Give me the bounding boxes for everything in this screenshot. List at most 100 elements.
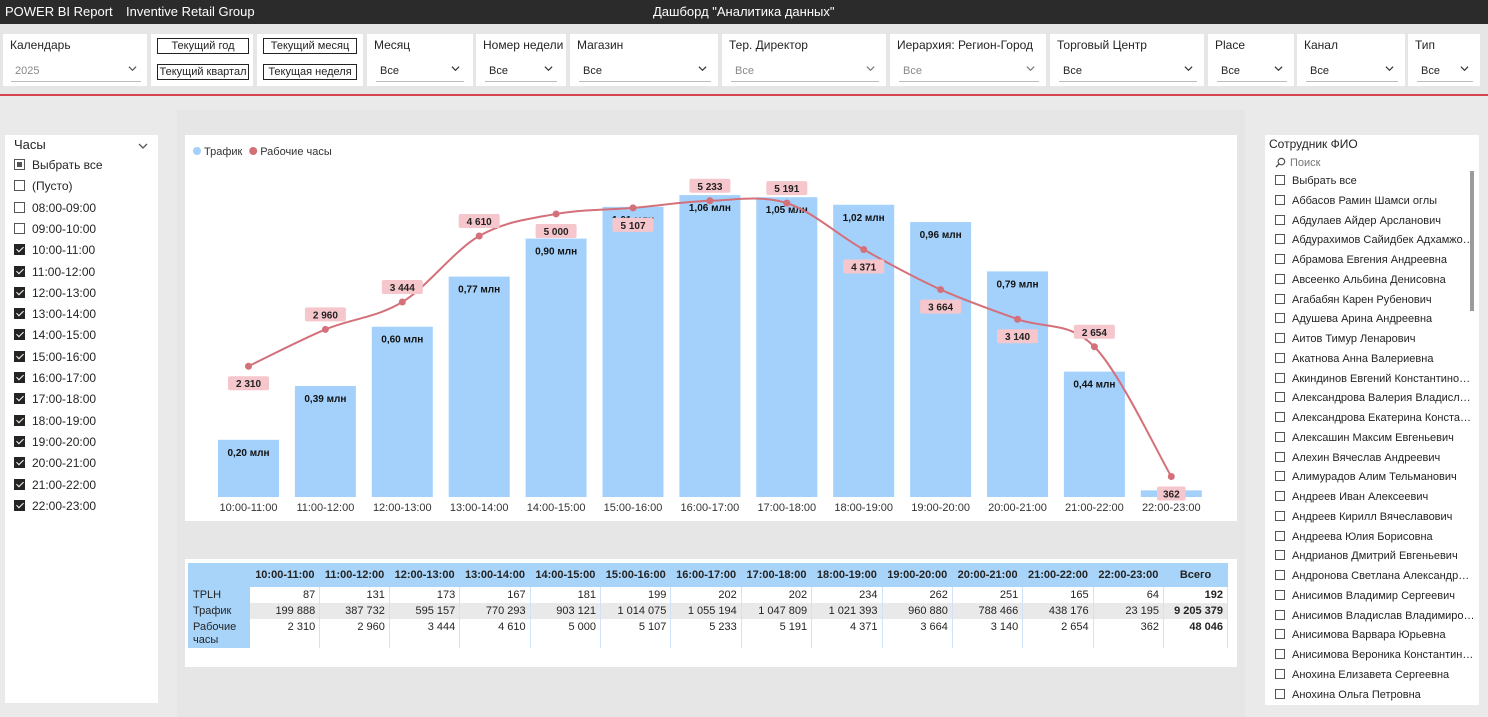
hours-slicer-item[interactable]: Выбрать все — [14, 158, 103, 178]
hours-slicer-item[interactable]: 21:00-22:00 — [14, 478, 96, 498]
checkbox[interactable] — [1275, 313, 1285, 324]
hours-slicer-item[interactable]: 15:00-16:00 — [14, 350, 96, 370]
current-month-button[interactable]: Текущий месяц — [263, 38, 357, 54]
employee-item[interactable]: Александрова Екатерина Константи... — [1275, 412, 1475, 424]
current-week-button[interactable]: Текущая неделя — [263, 64, 357, 80]
employee-item[interactable]: Андреев Кирилл Вячеславович — [1275, 510, 1475, 523]
checkbox[interactable] — [14, 180, 25, 192]
checkbox[interactable] — [14, 457, 25, 469]
type-dropdown[interactable]: Все — [1417, 60, 1473, 82]
checkbox[interactable] — [1275, 451, 1285, 462]
checkbox[interactable] — [14, 265, 25, 277]
calendar-dropdown[interactable]: 2025 — [11, 60, 141, 82]
mall-dropdown[interactable]: Все — [1059, 60, 1197, 82]
checkbox[interactable] — [1275, 649, 1285, 659]
hours-slicer-item[interactable]: 19:00-20:00 — [14, 435, 96, 455]
checkbox[interactable] — [14, 499, 25, 511]
checkbox[interactable] — [14, 308, 25, 320]
employee-item[interactable]: Анисимов Владислав Владимирович — [1275, 609, 1475, 622]
checkbox[interactable] — [14, 393, 25, 405]
hours-slicer-item[interactable]: 16:00-17:00 — [14, 371, 96, 391]
hours-slicer-item[interactable]: 14:00-15:00 — [14, 328, 96, 348]
employee-item[interactable]: Андрианов Дмитрий Евгеньевич — [1275, 550, 1475, 562]
employee-search-input[interactable] — [1290, 155, 1470, 171]
employee-item[interactable]: Адушева Арина Андреевна — [1275, 313, 1475, 325]
checkbox[interactable] — [1275, 589, 1285, 600]
employee-list-scrollbar[interactable] — [1470, 171, 1474, 311]
checkbox[interactable] — [1275, 412, 1285, 422]
checkbox[interactable] — [1275, 431, 1285, 442]
checkbox[interactable] — [1275, 530, 1285, 541]
hours-slicer-item[interactable]: 17:00-18:00 — [14, 392, 96, 412]
checkbox[interactable] — [1275, 688, 1285, 699]
hours-slicer-item[interactable]: (Пусто) — [14, 179, 73, 199]
hours-slicer-item[interactable]: 11:00-12:00 — [14, 265, 95, 285]
place-dropdown[interactable]: Все — [1217, 60, 1287, 82]
employee-item[interactable]: Авсеенко Альбина Денисовна — [1275, 273, 1475, 286]
current-year-button[interactable]: Текущий год — [157, 38, 249, 54]
checkbox[interactable] — [1275, 214, 1285, 225]
channel-dropdown[interactable]: Все — [1306, 60, 1398, 82]
checkbox[interactable] — [14, 222, 25, 234]
hours-slicer-item[interactable]: 09:00-10:00 — [14, 222, 96, 242]
checkbox[interactable] — [14, 329, 25, 341]
checkbox[interactable] — [14, 244, 25, 256]
week-dropdown[interactable]: Все — [485, 60, 557, 82]
checkbox[interactable] — [1275, 570, 1285, 580]
store-dropdown[interactable]: Все — [579, 60, 711, 82]
hours-slicer-item[interactable]: 10:00-11:00 — [14, 243, 95, 263]
checkbox[interactable] — [1275, 609, 1285, 620]
employee-item[interactable]: Анохина Ольга Петровна — [1275, 688, 1475, 701]
employee-item[interactable]: Анисимов Владимир Сергеевич — [1275, 589, 1475, 602]
employee-item[interactable]: Александрова Валерия Владиславо... — [1275, 392, 1475, 404]
checkbox[interactable] — [14, 159, 25, 170]
checkbox[interactable] — [1275, 372, 1285, 383]
employee-item[interactable]: Абдулаев Айдер Арсланович — [1275, 214, 1475, 227]
hours-slicer-item[interactable]: 12:00-13:00 — [14, 286, 96, 306]
checkbox[interactable] — [1275, 234, 1285, 245]
hours-slicer-item[interactable]: 20:00-21:00 — [14, 456, 96, 476]
employee-item[interactable]: Абрамова Евгения Андреевна — [1275, 254, 1475, 266]
director-dropdown[interactable]: Все — [731, 60, 879, 82]
employee-item[interactable]: Андронова Светлана Александровна — [1275, 570, 1475, 582]
hours-slicer-item[interactable]: 22:00-23:00 — [14, 499, 96, 519]
checkbox[interactable] — [1275, 471, 1285, 482]
employee-item[interactable]: Абдурахимов Сайидбек Адхамжон ... — [1275, 234, 1475, 246]
checkbox[interactable] — [1275, 273, 1285, 284]
employee-item[interactable]: Анисимова Вероника Константинов... — [1275, 649, 1475, 661]
checkbox[interactable] — [14, 201, 25, 213]
checkbox[interactable] — [1275, 293, 1285, 304]
checkbox[interactable] — [14, 478, 25, 490]
employee-item[interactable]: Агабабян Карен Рубенович — [1275, 293, 1475, 306]
chevron-down-icon[interactable] — [138, 141, 148, 151]
employee-item[interactable]: Алимурадов Алим Тельманович — [1275, 471, 1475, 483]
employee-item[interactable]: Акатнова Анна Валериевна — [1275, 352, 1475, 365]
hierarchy-dropdown[interactable]: Все — [899, 60, 1039, 82]
checkbox[interactable] — [14, 286, 25, 298]
checkbox[interactable] — [1275, 510, 1285, 521]
employee-item[interactable]: Аитов Тимур Ленарович — [1275, 333, 1475, 345]
hours-slicer-item[interactable]: 13:00-14:00 — [14, 307, 96, 327]
checkbox[interactable] — [14, 372, 25, 383]
employee-item[interactable]: Акиндинов Евгений Константинович — [1275, 372, 1475, 385]
checkbox[interactable] — [1275, 491, 1285, 501]
employee-item[interactable]: Анохина Елизавета Сергеевна — [1275, 668, 1475, 681]
employee-item[interactable]: Андреева Юлия Борисовна — [1275, 530, 1475, 543]
employee-item[interactable]: Алехин Вячеслав Андреевич — [1275, 451, 1475, 464]
checkbox[interactable] — [1275, 254, 1285, 264]
checkbox[interactable] — [14, 350, 25, 362]
employee-item[interactable]: Аббасов Рамин Шамси оглы — [1275, 194, 1475, 207]
employee-item[interactable]: Алексашин Максим Евгеньевич — [1275, 431, 1475, 444]
hours-slicer-item[interactable]: 18:00-19:00 — [14, 414, 96, 434]
checkbox[interactable] — [1275, 175, 1285, 185]
checkbox[interactable] — [1275, 392, 1285, 403]
checkbox[interactable] — [1275, 333, 1285, 343]
current-quarter-button[interactable]: Текущий квартал — [157, 64, 249, 80]
checkbox[interactable] — [1275, 352, 1285, 363]
checkbox[interactable] — [1275, 629, 1285, 640]
checkbox[interactable] — [1275, 668, 1285, 679]
employee-item[interactable]: Выбрать все — [1275, 175, 1475, 187]
month-dropdown[interactable]: Все — [376, 60, 464, 82]
checkbox[interactable] — [1275, 194, 1285, 205]
checkbox[interactable] — [1275, 550, 1285, 561]
